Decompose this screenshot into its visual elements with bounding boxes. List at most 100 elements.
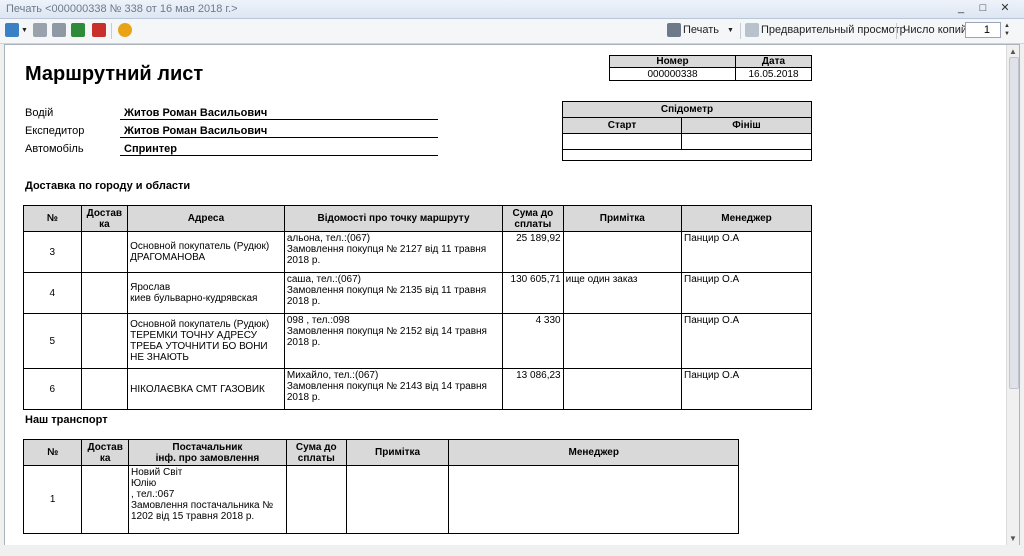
row-number: 6 <box>23 368 82 410</box>
copies-input[interactable]: 1 <box>965 22 1001 38</box>
toolbar-separator <box>111 23 112 39</box>
row-number: 5 <box>23 313 82 369</box>
doc-number-table: Номер Дата 000000338 16.05.2018 <box>609 55 812 81</box>
status-bar <box>0 545 1024 556</box>
row-address: Ярослав киев бульварно-кудрявская <box>127 272 285 314</box>
row-manager: Панцир О.А <box>681 368 812 410</box>
delivery-column-header: № <box>23 205 82 232</box>
copy-icon[interactable] <box>33 23 47 37</box>
vertical-scrollbar[interactable]: ▲ ▼ <box>1006 45 1019 545</box>
print-dropdown-icon[interactable]: ▼ <box>727 27 734 34</box>
row-info: Михайло, тел.:(067) Замовлення покупця № … <box>283 368 504 410</box>
row-note <box>562 231 683 273</box>
speedometer-table: Спідометр Старт Фініш <box>562 101 812 161</box>
forwarder-label: Експедитор <box>25 125 85 137</box>
finish-value <box>681 133 812 150</box>
transport-table: № Достав ка Постачальник інф. про замовленн… <box>22 439 739 534</box>
row-manager: Панцир О.А <box>681 231 812 273</box>
pdf-icon[interactable] <box>92 23 106 37</box>
title-bar: Печать <000000338 № 338 от 16 мая 2018 г… <box>0 0 1024 19</box>
row-note <box>562 368 683 410</box>
row-manager: Панцир О.А <box>681 313 812 369</box>
row-sum: 4 330 <box>502 313 564 369</box>
car-value: Спринтер <box>120 143 438 156</box>
row-number: 3 <box>23 231 82 273</box>
row-sum: 13 086,23 <box>502 368 564 410</box>
row-note <box>562 313 683 369</box>
table-row: 5 Основной покупатель (Рудюк) ТЕРЕМКИ ТОЧ… <box>23 313 812 369</box>
row-address: Основной покупатель (Рудюк) ДРАГОМАНОВА <box>127 231 285 273</box>
copies-label: Число копий <box>903 24 967 36</box>
delivery-table: № Достав ка Адреса Відомості про точку марш… <box>23 205 812 410</box>
row-delivery <box>81 465 129 534</box>
table-row: 4 Ярослав киев бульварно-кудрявская саша, т… <box>23 272 812 314</box>
car-label: Автомобіль <box>25 143 84 155</box>
transport-column-header: Достав ка <box>81 439 129 466</box>
document-sheet: Маршрутний лист Номер Дата 000000338 16.05… <box>5 45 1005 545</box>
finish-header: Фініш <box>681 117 812 134</box>
row-sum: 130 605,71 <box>502 272 564 314</box>
maximize-button[interactable]: □ <box>974 1 992 16</box>
row-sum <box>285 465 347 534</box>
delivery-section-title: Доставка по городу и области <box>25 180 191 192</box>
printer-icon[interactable] <box>667 23 681 37</box>
preview-button[interactable]: Предварительный просмотр <box>761 24 906 36</box>
row-info: альона, тел.:(067) Замовлення покупця № 2… <box>283 231 504 273</box>
toolbar: ▼ Печать ▼ Предварительный просмотр Числ… <box>0 19 1024 44</box>
scroll-up-icon[interactable]: ▲ <box>1009 47 1017 56</box>
row-delivery <box>80 272 129 314</box>
row-number: 4 <box>23 272 82 314</box>
speedometer-extra-row <box>562 149 812 161</box>
row-delivery <box>80 231 129 273</box>
start-header: Старт <box>562 117 682 134</box>
dropdown-arrow-icon[interactable]: ▼ <box>21 27 28 34</box>
number-header: Номер <box>609 55 736 68</box>
transport-column-header: Сума до сплаты <box>285 439 347 466</box>
row-info: саша, тел.:(067) Замовлення покупця № 213… <box>283 272 504 314</box>
row-number: 1 <box>22 465 83 534</box>
transport-column-header: № <box>22 439 83 466</box>
row-address: Основной покупатель (Рудюк) ТЕРЕМКИ ТОЧН… <box>127 313 285 369</box>
table-row: 1 Новий Світ Юлію, тел.:067 Замовлення пос… <box>22 465 739 534</box>
date-header: Дата <box>735 55 812 68</box>
window-title: Печать <000000338 № 338 от 16 мая 2018 г… <box>6 3 238 15</box>
row-delivery <box>80 313 129 369</box>
transport-column-header: Менеджер <box>448 439 739 466</box>
delivery-column-header: Сума до сплаты <box>502 205 564 232</box>
forwarder-value: Житов Роман Васильович <box>120 125 438 138</box>
row-note <box>345 465 450 534</box>
view-mode-icon[interactable] <box>5 23 19 37</box>
row-supplier: Новий Світ Юлію, тел.:067 Замовлення пост… <box>127 465 287 534</box>
preview-icon[interactable] <box>745 23 759 37</box>
toolbar-separator <box>896 23 897 39</box>
driver-value: Житов Роман Васильович <box>120 107 438 120</box>
delivery-column-header: Менеджер <box>681 205 812 232</box>
minimize-button[interactable]: _ <box>952 1 970 16</box>
row-note: ище один заказ <box>562 272 683 314</box>
excel-icon[interactable] <box>71 23 85 37</box>
row-manager: Панцир О.А <box>681 272 812 314</box>
transport-section-title: Наш транспорт <box>25 414 108 426</box>
driver-label: Водій <box>25 107 54 119</box>
row-sum: 25 189,92 <box>502 231 564 273</box>
doc-date: 16.05.2018 <box>735 67 812 81</box>
print-button[interactable]: Печать <box>683 24 719 36</box>
save-icon[interactable] <box>52 23 66 37</box>
speedometer-header: Спідометр <box>562 101 812 118</box>
start-value <box>562 133 682 150</box>
document-frame: Маршрутний лист Номер Дата 000000338 16.05… <box>4 44 1020 546</box>
close-button[interactable]: ✕ <box>996 1 1014 16</box>
copies-spinner[interactable]: ▲ ▼ <box>1004 22 1014 38</box>
help-icon[interactable] <box>118 23 132 37</box>
doc-number: 000000338 <box>609 67 736 81</box>
row-manager <box>448 465 739 534</box>
delivery-column-header: Примітка <box>562 205 683 232</box>
scroll-thumb[interactable] <box>1009 57 1019 389</box>
row-address: НІКОЛАЄВКА СМТ ГАЗОВИК <box>127 368 285 410</box>
transport-column-header: Постачальник інф. про замовлення <box>127 439 287 466</box>
table-row: 6 НІКОЛАЄВКА СМТ ГАЗОВИК Михайло, тел.:(06… <box>23 368 812 410</box>
delivery-column-header: Відомості про точку маршруту <box>283 205 504 232</box>
delivery-column-header: Достав ка <box>80 205 129 232</box>
scroll-down-icon[interactable]: ▼ <box>1009 534 1017 543</box>
row-delivery <box>80 368 129 410</box>
